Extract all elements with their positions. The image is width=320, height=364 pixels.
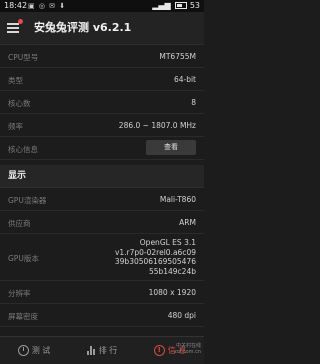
info-list[interactable]: CPU型号 MT6755M 类型 64-bit 核心数 8 频率 286.0 ~…: [0, 45, 204, 336]
row-cpu-cores: 核心数 8: [0, 91, 204, 114]
notification-badge: [18, 19, 23, 24]
row-gpu-version: GPU版本 OpenGL ES 3.1 v1.r7p0-02rel0.a6c09…: [0, 234, 204, 281]
app-bar: 安兔兔评测 v6.2.1: [0, 12, 204, 45]
hamburger-line: [7, 27, 19, 29]
test-icon: [17, 345, 29, 356]
hamburger-line: [7, 31, 19, 33]
battery-icon: [175, 2, 188, 9]
row-resolution: 分辨率 1080 x 1920: [0, 281, 204, 304]
row-core-info: 核心信息 查看: [0, 137, 204, 160]
gpu-version-line: v1.r7p0-02rel0.a6c09: [114, 247, 196, 257]
section-display-header: 显示: [0, 165, 204, 188]
status-right: ▂▄▆ 53: [152, 0, 200, 12]
cpu-frequency-value: 286.0 ~ 1807.0 MHz: [118, 121, 196, 130]
gpu-version-value: OpenGL ES 3.1 v1.r7p0-02rel0.a6c09 39b30…: [115, 238, 196, 276]
info-icon: !: [153, 345, 165, 356]
gpu-vendor-value: ARM: [179, 218, 196, 227]
row-cpu-type: 类型 64-bit: [0, 68, 204, 91]
view-core-info-button[interactable]: 查看: [146, 140, 196, 155]
row-screen-density: 屏幕密度 480 dpi: [0, 304, 204, 327]
gpu-version-line: OpenGL ES 3.1: [139, 238, 196, 247]
cpu-model-label: CPU型号: [8, 53, 39, 62]
hamburger-menu-icon: [7, 23, 19, 25]
menu-button[interactable]: [5, 19, 23, 37]
status-notification-icons: ▣ ◎ ✉ ⬇: [28, 2, 67, 10]
core-info-label: 核心信息: [8, 145, 38, 154]
gpu-renderer-value: Mali-T860: [159, 195, 196, 204]
section-display-title: 显示: [8, 171, 27, 181]
cpu-cores-value: 8: [191, 98, 196, 107]
status-time: 18:42: [4, 1, 28, 10]
rank-icon: [86, 346, 96, 355]
gpu-version-label: GPU版本: [8, 254, 39, 263]
gpu-version-line: 55b149c24b: [148, 266, 196, 276]
screen-density-label: 屏幕密度: [8, 312, 38, 321]
row-gpu-vendor: 供应商 ARM: [0, 211, 204, 234]
row-cpu-model: CPU型号 MT6755M: [0, 45, 204, 68]
nav-tab-test-label: 测 试: [31, 346, 51, 355]
row-cpu-frequency: 频率 286.0 ~ 1807.0 MHz: [0, 114, 204, 137]
gpu-renderer-label: GPU渲染器: [8, 196, 47, 205]
cpu-frequency-label: 频率: [8, 122, 23, 131]
signal-icon: ▂▄▆: [152, 1, 171, 10]
app-title: 安兔兔评测 v6.2.1: [34, 21, 132, 34]
cpu-cores-label: 核心数: [8, 99, 31, 108]
cpu-type-label: 类型: [8, 76, 23, 85]
nav-tab-test[interactable]: 测 试: [0, 337, 68, 364]
watermark-logo: 中关村在线 zol.com.cn: [174, 343, 201, 355]
gpu-vendor-label: 供应商: [8, 219, 31, 228]
battery-level: 53: [189, 1, 200, 10]
watermark-line: zol.com.cn: [174, 349, 201, 355]
nav-tab-rank-label: 排 行: [98, 346, 118, 355]
gpu-version-line: 39b30506169505476: [114, 257, 196, 266]
cpu-model-value: MT6755M: [159, 52, 196, 61]
resolution-value: 1080 x 1920: [148, 288, 196, 297]
nav-tab-rank[interactable]: 排 行: [68, 337, 136, 364]
resolution-label: 分辨率: [8, 289, 31, 298]
status-bar: 18:42 ▣ ◎ ✉ ⬇ ▂▄▆ 53: [0, 0, 204, 12]
screen-density-value: 480 dpi: [167, 311, 196, 320]
row-gpu-renderer: GPU渲染器 Mali-T860: [0, 188, 204, 211]
cpu-type-value: 64-bit: [173, 75, 196, 84]
